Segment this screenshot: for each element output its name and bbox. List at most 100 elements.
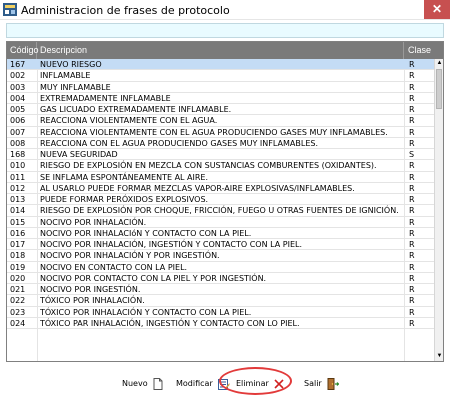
vertical-scrollbar[interactable]: ▲ ▼: [434, 59, 443, 361]
cell-code: 015: [10, 217, 26, 227]
table-row[interactable]: 005 GAS LICUADO EXTREMADAMENTE INFLAMABLE…: [7, 104, 434, 116]
exit-button[interactable]: Salir: [304, 376, 340, 392]
table-row[interactable]: 006 REACCIONA VIOLENTAMENTE CON EL AGUA. R: [7, 115, 434, 127]
cell-clase: S: [409, 150, 415, 159]
cell-desc: TÓXICO PAR INHALACIÓN, INGESTIÓN Y CONTA…: [40, 318, 300, 328]
scroll-down-arrow-icon[interactable]: ▼: [435, 352, 443, 361]
cell-code: 010: [10, 161, 26, 171]
cell-clase: R: [409, 240, 415, 249]
table-row[interactable]: 018 NOCIVO POR INHALACIÓN Y POR INGESTIÓN…: [7, 250, 434, 262]
cell-desc: EXTREMADAMENTE INFLAMABLE: [40, 93, 171, 103]
table-row[interactable]: 011 SE INFLAMA ESPONTÁNEAMENTE AL AIRE. R: [7, 172, 434, 183]
cell-code: 168: [10, 150, 26, 159]
table-row[interactable]: 016 NOCIVO POR INHALACIóN Y CONTACTO CON …: [7, 228, 434, 239]
table-row[interactable]: 004 EXTREMADAMENTE INFLAMABLE R: [7, 93, 434, 104]
table-row[interactable]: 022 TÓXICO POR INHALACIÓN. R: [7, 295, 434, 307]
cell-desc: REACCIONA VIOLENTAMENTE CON EL AGUA PROD…: [40, 127, 388, 137]
close-button[interactable]: ✕: [424, 0, 450, 19]
grid-header: Código Descripcion Clase: [7, 42, 443, 59]
table-row[interactable]: 007 REACCIONA VIOLENTAMENTE CON EL AGUA P…: [7, 127, 434, 138]
cell-desc: NUEVO RIESGO: [40, 60, 102, 69]
table-row[interactable]: 019 NOCIVO EN CONTACTO CON LA PIEL. R: [7, 262, 434, 273]
search-input[interactable]: [6, 23, 444, 38]
cell-code: 017: [10, 240, 26, 249]
table-row[interactable]: 023 TÓXICO POR INHALACIÓN Y CONTACTO CON …: [7, 307, 434, 318]
cell-code: 013: [10, 195, 26, 204]
cell-desc: TÓXICO POR INHALACIÓN Y CONTACTO CON LA …: [40, 307, 252, 317]
new-button[interactable]: Nuevo: [122, 376, 163, 392]
phrases-grid: Código Descripcion Clase 167 NUEVO RIESGO…: [6, 41, 444, 362]
table-row[interactable]: 008 REACCIONA CON EL AGUA PRODUCIENDO GAS…: [7, 138, 434, 149]
scroll-up-arrow-icon[interactable]: ▲: [435, 59, 443, 68]
table-row[interactable]: 167 NUEVO RIESGO R: [7, 59, 434, 71]
cell-desc: NOCIVO EN CONTACTO CON LA PIEL.: [40, 262, 188, 272]
cell-desc: RIESGO DE EXPLOSIÓN POR CHOQUE, FRICCIÓN…: [40, 206, 399, 216]
cell-desc: NOCIVO POR INHALACIÓN.: [40, 217, 147, 227]
table-row[interactable]: 013 PUEDE FORMAR PERÓXIDOS EXPLOSIVOS. R: [7, 194, 434, 206]
table-row[interactable]: 002 INFLAMABLE R: [7, 70, 434, 82]
modify-button-label: Modificar: [176, 379, 213, 388]
cell-clase: R: [409, 296, 415, 306]
cell-clase: R: [409, 138, 415, 148]
cell-desc: PUEDE FORMAR PERÓXIDOS EXPLOSIVOS.: [40, 195, 209, 204]
table-row[interactable]: 015 NOCIVO POR INHALACIÓN. R: [7, 217, 434, 228]
cell-code: 021: [10, 285, 26, 294]
new-document-icon: [153, 377, 163, 390]
cell-code: 004: [10, 93, 26, 103]
cell-code: 006: [10, 116, 26, 126]
cell-clase: R: [409, 206, 415, 216]
cell-clase: R: [409, 318, 415, 328]
cell-code: 016: [10, 228, 26, 238]
cell-code: 023: [10, 307, 26, 317]
cell-desc: GAS LICUADO EXTREMADAMENTE INFLAMABLE.: [40, 105, 232, 114]
column-header-description[interactable]: Descripcion: [37, 42, 404, 59]
table-row[interactable]: 020 NOCIVO POR CONTACTO CON LA PIEL Y POR…: [7, 273, 434, 284]
cell-clase: R: [409, 105, 415, 114]
cell-code: 019: [10, 262, 26, 272]
cell-desc: SE INFLAMA ESPONTÁNEAMENTE AL AIRE.: [40, 172, 209, 182]
cell-clase: R: [409, 195, 415, 204]
cell-clase: R: [409, 82, 415, 92]
table-row[interactable]: 168 NUEVA SEGURIDAD S: [7, 149, 434, 161]
cell-clase: R: [409, 183, 415, 193]
column-header-clase[interactable]: Clase: [404, 42, 434, 59]
table-row[interactable]: 010 RIESGO DE EXPLOSIÓN EN MEZCLA CON SUS…: [7, 160, 434, 172]
cell-code: 002: [10, 71, 26, 81]
table-row[interactable]: 017 NOCIVO POR INHALACIÓN, INGESTIÓN Y CO…: [7, 239, 434, 251]
cell-clase: R: [409, 172, 415, 182]
cell-desc: NUEVA SEGURIDAD: [40, 150, 118, 159]
app-icon: [3, 3, 17, 16]
highlight-annotation: [219, 367, 292, 395]
cell-code: 008: [10, 138, 26, 148]
cell-desc: NOCIVO POR INHALACIÓN, INGESTIÓN Y CONTA…: [40, 240, 302, 249]
table-row[interactable]: 024 TÓXICO PAR INHALACIÓN, INGESTIÓN Y CO…: [7, 318, 434, 329]
window-title: Administracion de frases de protocolo: [21, 4, 230, 17]
cell-clase: R: [409, 285, 415, 294]
cell-clase: R: [409, 262, 415, 272]
cell-clase: R: [409, 93, 415, 103]
cell-desc: NOCIVO POR CONTACTO CON LA PIEL Y POR IN…: [40, 273, 267, 283]
cell-code: 005: [10, 105, 26, 114]
cell-code: 022: [10, 296, 26, 306]
cell-desc: TÓXICO POR INHALACIÓN.: [40, 296, 145, 306]
exit-door-icon: [327, 377, 340, 390]
cell-code: 020: [10, 273, 26, 283]
cell-clase: R: [409, 161, 415, 171]
cell-clase: R: [409, 116, 415, 126]
cell-clase: R: [409, 71, 415, 81]
table-row[interactable]: 021 NOCIVO POR INGESTIÓN. R: [7, 284, 434, 296]
table-row[interactable]: 014 RIESGO DE EXPLOSIÓN POR CHOQUE, FRICC…: [7, 205, 434, 217]
table-row[interactable]: 003 MUY INFLAMABLE R: [7, 82, 434, 93]
exit-button-label: Salir: [304, 379, 322, 388]
cell-clase: R: [409, 307, 415, 317]
cell-code: 024: [10, 318, 26, 328]
cell-desc: NOCIVO POR INGESTIÓN.: [40, 285, 141, 294]
cell-desc: NOCIVO POR INHALACIÓN Y POR INGESTIÓN.: [40, 251, 220, 261]
cell-desc: REACCIONA VIOLENTAMENTE CON EL AGUA.: [40, 116, 218, 126]
table-row[interactable]: 012 AL USARLO PUEDE FORMAR MEZCLAS VAPOR-…: [7, 183, 434, 194]
column-header-code[interactable]: Código: [7, 42, 39, 59]
cell-desc: RIESGO DE EXPLOSIÓN EN MEZCLA CON SUSTAN…: [40, 161, 377, 171]
grid-rows: 167 NUEVO RIESGO R 002 INFLAMABLE R 003 MUY INF…: [7, 59, 434, 329]
scroll-thumb[interactable]: [436, 69, 442, 109]
cell-clase: R: [409, 273, 415, 283]
